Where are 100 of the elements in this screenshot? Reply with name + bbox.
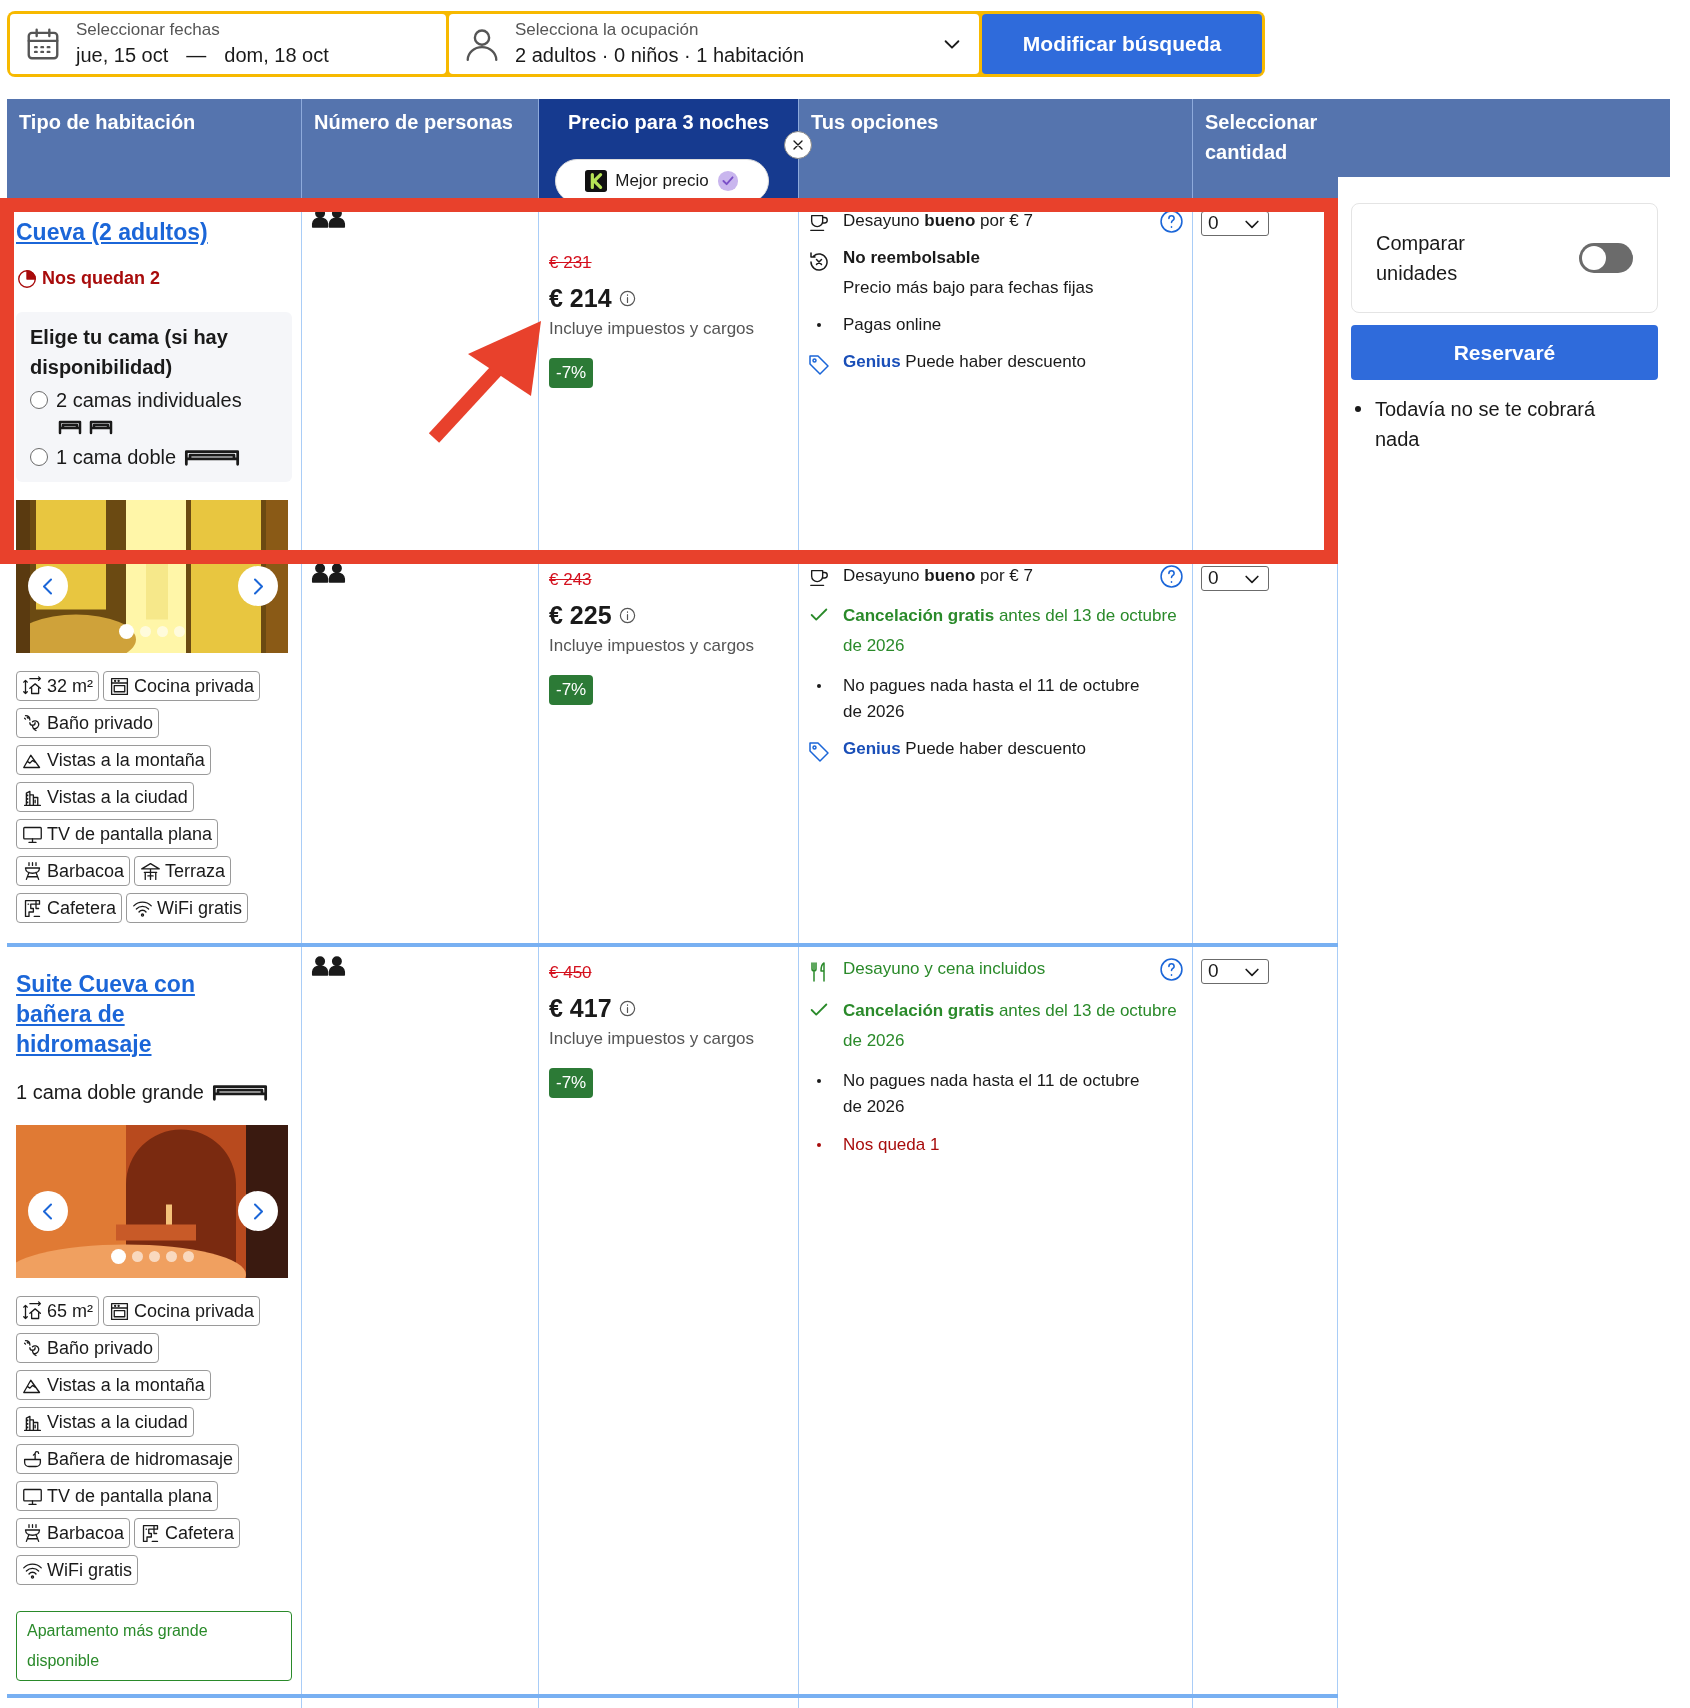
amenity-label: Cafetera — [47, 896, 117, 920]
amenity-label: Bañera de hidromasaje — [47, 1447, 234, 1471]
column-header: Número de personas — [301, 99, 538, 199]
amenity-label: Vistas a la ciudad — [47, 1410, 188, 1434]
info-icon — [617, 998, 637, 1018]
chevron-right-icon — [253, 577, 263, 595]
oven-icon — [109, 675, 130, 697]
amenity-label: Barbacoa — [47, 859, 125, 883]
amenity-label: Terraza — [165, 859, 226, 883]
people-icon — [310, 562, 347, 583]
bullet-icon — [817, 323, 821, 327]
check-circle-icon — [716, 170, 739, 192]
bed-choice-title: Elige tu cama (si hay disponibilidad) — [30, 325, 229, 380]
quantity-select[interactable]: 0 — [1201, 566, 1269, 591]
amenity-label: WiFi gratis — [157, 896, 243, 920]
taxes-note: Incluye impuestos y cargos — [549, 1028, 755, 1050]
amenity-label: 32 m² — [47, 674, 93, 698]
amenity-label: Cocina privada — [134, 1299, 255, 1323]
quantity-select[interactable]: 0 — [1201, 959, 1269, 984]
taxes-note: Incluye impuestos y cargos — [549, 635, 755, 657]
chevron-right-icon — [253, 1202, 263, 1220]
amenity-label: Cocina privada — [134, 674, 255, 698]
bullet-icon — [1355, 406, 1361, 412]
column-header: Seleccionar cantidad — [1192, 99, 1338, 199]
price: € 214 — [549, 283, 612, 313]
grill-icon — [22, 860, 43, 882]
umbrella-table-icon — [140, 860, 162, 882]
occupancy-picker[interactable]: Selecciona la ocupación 2 adultos · 0 niños · 1 habitación — [449, 14, 979, 74]
meal-text: Desayuno y cena incluidos — [843, 959, 1046, 978]
condition-text: No pagues nada hasta el 11 de octubre de 2026 — [843, 1070, 1141, 1118]
occupancy-value: 2 adultos · 0 niños · 1 habitación — [515, 43, 806, 68]
radio-button[interactable] — [30, 448, 48, 466]
oven-icon — [109, 1300, 130, 1322]
tag-icon — [807, 353, 831, 377]
check-out-date: dom, 18 oct — [224, 43, 329, 68]
discount-text: Puede haber descuento — [905, 352, 1086, 371]
area-icon — [22, 675, 43, 697]
taxes-note: Incluye impuestos y cargos — [549, 318, 755, 340]
column-header: Tipo de habitación — [7, 99, 301, 199]
chevron-left-icon — [43, 577, 53, 595]
price: € 225 — [549, 600, 612, 630]
check-in-date: jue, 15 oct — [76, 43, 169, 68]
cup-icon — [807, 567, 831, 589]
modify-search-button[interactable]: Modificar búsqueda — [982, 14, 1262, 74]
amenity-label: Vistas a la montaña — [47, 1373, 205, 1397]
bed-option-label: 2 camas individuales — [56, 388, 242, 413]
date-picker[interactable]: Seleccionar fechas jue, 15 oct — dom, 18 oct — [10, 14, 446, 74]
reserve-button[interactable]: Reservaré — [1351, 325, 1658, 380]
amenity-label: Baño privado — [47, 1336, 154, 1360]
tag-icon — [807, 740, 831, 764]
price: € 417 — [549, 993, 612, 1023]
genius-label: Genius — [843, 739, 901, 758]
condition-text: Pagas online — [843, 314, 943, 336]
info-icon — [617, 605, 637, 625]
genius-label: Genius — [843, 352, 901, 371]
policy-text: Precio más bajo para fechas fijas — [843, 277, 1095, 299]
grill-icon — [22, 1522, 43, 1544]
bed-label: 1 cama doble grande — [16, 1080, 204, 1105]
alert-text: Nos queda 1 — [843, 1134, 941, 1156]
radio-button[interactable] — [30, 391, 48, 409]
bullet-icon — [817, 1143, 821, 1147]
condition-text: No pagues nada hasta el 11 de octubre de 2026 — [843, 675, 1141, 723]
meal-text: Desayuno bueno por € 7 — [843, 211, 1033, 230]
amenity-label: Vistas a la ciudad — [47, 785, 188, 809]
bed-option-label: 1 cama doble — [56, 445, 177, 470]
pie-icon — [16, 267, 38, 290]
room-title-link[interactable]: Suite Cueva con bañera de hidromasaje — [16, 969, 216, 1059]
meal-text: Desayuno bueno por € 7 — [843, 566, 1033, 585]
discount-text: Puede haber descuento — [905, 739, 1086, 758]
amenity-label: TV de pantalla plana — [47, 822, 213, 846]
discount-badge: -7% — [549, 1068, 594, 1098]
original-price: € 450 — [549, 962, 592, 984]
amenity-label: Vistas a la montaña — [47, 748, 205, 772]
coffee-machine-icon — [22, 897, 43, 919]
amenity-label: Baño privado — [47, 711, 154, 735]
policy-title: No reembolsable — [843, 247, 981, 269]
availability-label: Nos quedan 2 — [42, 267, 161, 290]
info-icon — [617, 288, 637, 308]
amenity-label: 65 m² — [47, 1299, 93, 1323]
cancellation-text: Cancelación gratis antes del 13 de octubre de 2026 — [843, 606, 1177, 655]
original-price: € 231 — [549, 252, 592, 274]
amenity-label: TV de pantalla plana — [47, 1484, 213, 1508]
compare-label: Comparar unidades — [1376, 231, 1466, 286]
bathtub-icon — [22, 1448, 43, 1470]
chevron-left-icon — [43, 1202, 53, 1220]
compare-toggle[interactable] — [1579, 243, 1633, 273]
room-title-link[interactable]: Cueva (2 adultos) — [16, 217, 216, 247]
badge-text: Mejor precio — [615, 170, 709, 193]
logo-icon — [585, 170, 608, 192]
cancellation-text: Cancelación gratis antes del 13 de octubre de 2026 — [843, 1001, 1177, 1050]
area-icon — [22, 1300, 43, 1322]
quantity-select[interactable]: 0 — [1201, 211, 1269, 236]
bullet-icon — [817, 684, 821, 688]
amenity-label: WiFi gratis — [47, 1558, 132, 1582]
column-header: Tus opciones — [798, 99, 1192, 199]
discount-badge: -7% — [549, 358, 594, 388]
amenity-label: Barbacoa — [47, 1521, 125, 1545]
field-label: Selecciona la ocupación — [515, 19, 700, 41]
info-note: Apartamento más grande disponible — [16, 1611, 292, 1681]
discount-badge: -7% — [549, 675, 594, 705]
